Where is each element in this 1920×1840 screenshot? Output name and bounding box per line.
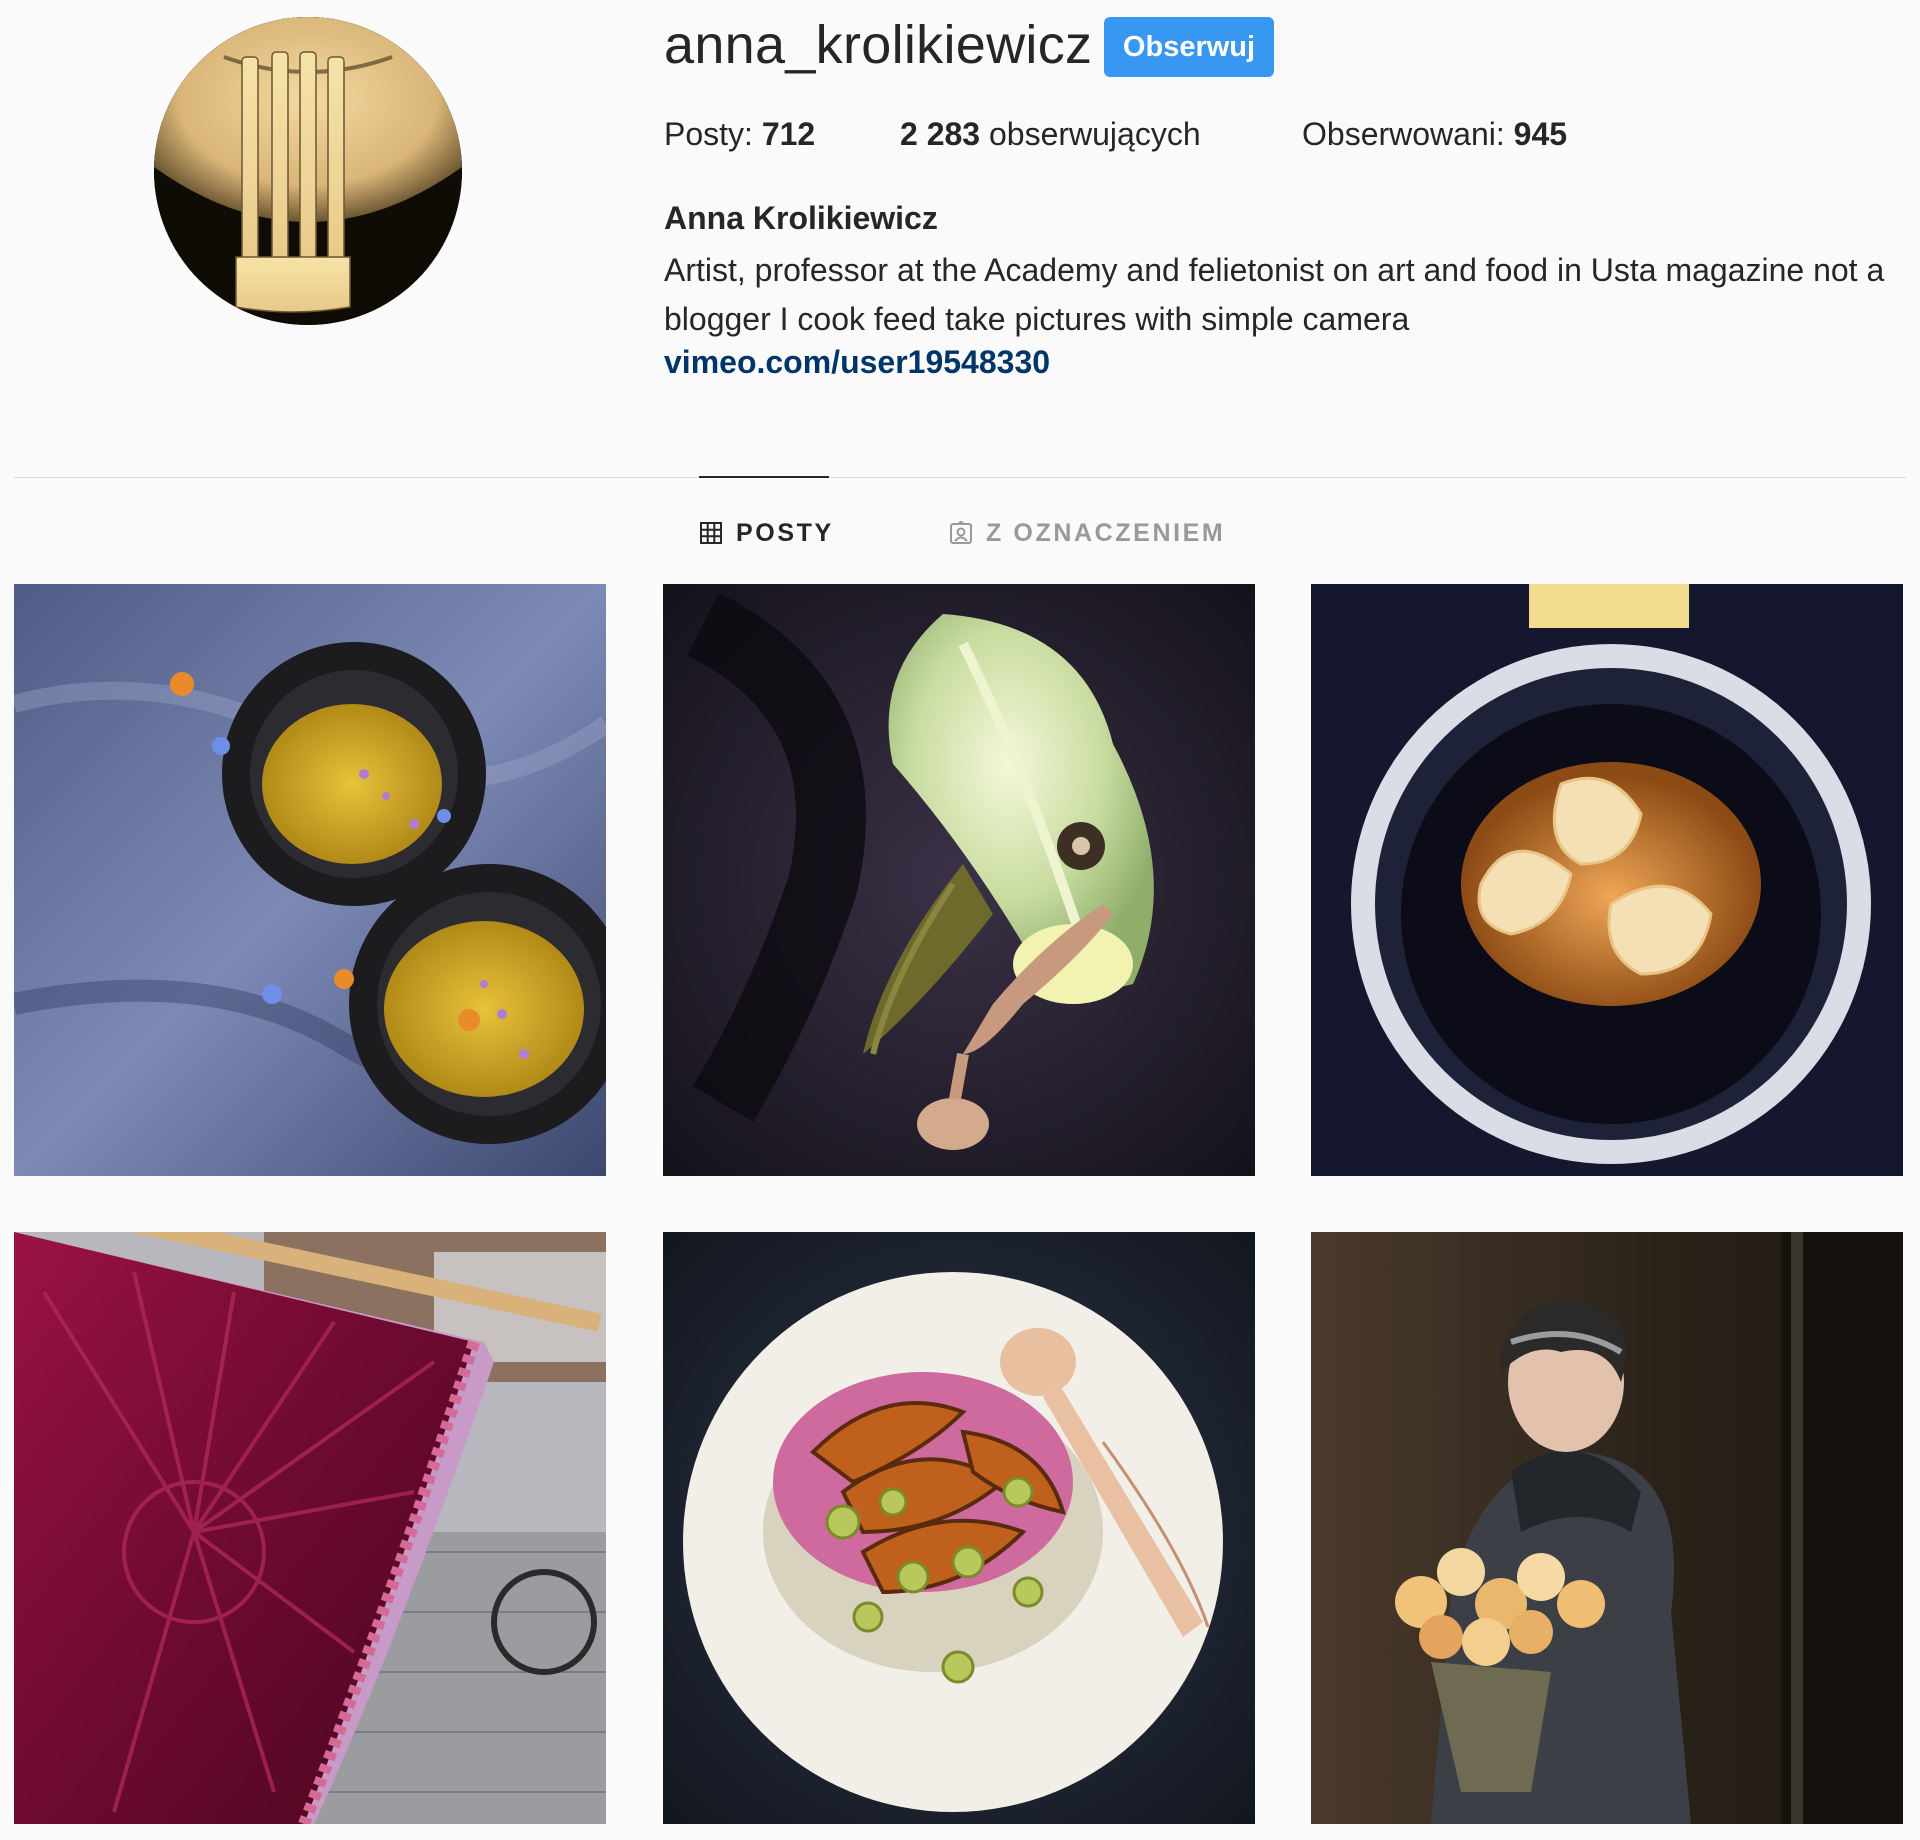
following-label: Obserwowani: <box>1302 116 1514 152</box>
post-thumbnail-2[interactable] <box>663 584 1255 1176</box>
profile-full-name: Anna Krolikiewicz <box>664 200 938 236</box>
follow-button[interactable]: Obserwuj <box>1104 17 1274 77</box>
following-count-stat[interactable]: Obserwowani: 945 <box>1302 116 1567 153</box>
followers-label: obserwujących <box>980 116 1201 152</box>
posts-count-stat: Posty: 712 <box>664 116 815 153</box>
tab-posts-label: POSTY <box>736 518 834 547</box>
tab-tagged[interactable]: Z OZNACZENIEM <box>949 516 1225 550</box>
post-thumbnail-4[interactable] <box>14 1232 606 1824</box>
cabbage-leaf-feather-spoon-photo <box>663 584 1255 1176</box>
profile-page: anna_krolikiewicz Obserwuj Posty: 712 2 … <box>0 0 1920 1840</box>
burgundy-quilted-banner-photo <box>14 1232 606 1824</box>
profile-username: anna_krolikiewicz <box>664 15 1093 75</box>
woman-with-roses-photo <box>1311 1232 1903 1824</box>
profile-website-link[interactable]: vimeo.com/user19548330 <box>664 344 1050 381</box>
yellow-soup-bowls-photo <box>14 584 606 1176</box>
fork-avatar-image <box>154 17 462 325</box>
post-thumbnail-3[interactable] <box>1311 584 1903 1176</box>
active-tab-indicator <box>699 476 829 478</box>
dumplings-broth-bowl-photo <box>1311 584 1903 1176</box>
roasted-pumpkin-plate-photo <box>663 1232 1255 1824</box>
tab-posts[interactable]: POSTY <box>699 516 834 550</box>
post-thumbnail-5[interactable] <box>663 1232 1255 1824</box>
post-thumbnail-6[interactable] <box>1311 1232 1903 1824</box>
tagged-user-icon <box>949 521 973 545</box>
tab-tagged-label: Z OZNACZENIEM <box>986 518 1226 547</box>
following-count: 945 <box>1513 116 1568 152</box>
grid-icon <box>699 521 723 545</box>
followers-count: 2 283 <box>900 116 981 152</box>
post-thumbnail-1[interactable] <box>14 584 606 1176</box>
profile-bio: Artist, professor at the Academy and fel… <box>664 252 1885 337</box>
posts-label: Posty: <box>664 116 762 152</box>
profile-avatar[interactable] <box>154 17 462 325</box>
tabs-divider <box>14 477 1906 478</box>
posts-count: 712 <box>761 116 816 152</box>
followers-count-stat[interactable]: 2 283 obserwujących <box>900 116 1201 153</box>
